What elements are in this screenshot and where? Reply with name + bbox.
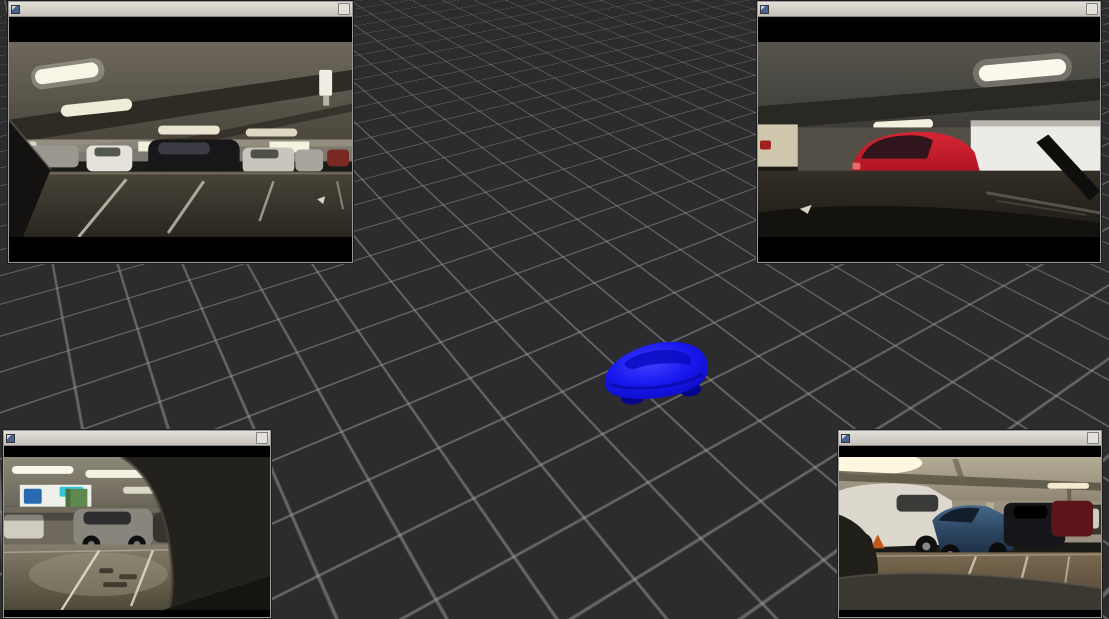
- camera-image-rear-left: [4, 457, 270, 610]
- camera-image-front-right: [758, 42, 1100, 237]
- window-icon: [6, 434, 15, 443]
- window-vid-rear-left: [3, 430, 271, 618]
- video-content: [839, 446, 1101, 617]
- window-vid-front-left: [8, 1, 353, 263]
- camera-image-rear-right: [839, 457, 1101, 610]
- window-icon: [11, 5, 20, 14]
- window-icon: [760, 5, 769, 14]
- titlebar-rear-right[interactable]: [839, 431, 1101, 446]
- window-icon: [841, 434, 850, 443]
- titlebar-rear-left[interactable]: [4, 431, 270, 446]
- close-icon[interactable]: [1086, 3, 1098, 15]
- titlebar-front-left[interactable]: [9, 2, 352, 17]
- video-content: [4, 446, 270, 617]
- close-icon[interactable]: [256, 432, 268, 444]
- close-icon[interactable]: [338, 3, 350, 15]
- window-vid-front-right: [757, 1, 1101, 263]
- close-icon[interactable]: [1087, 432, 1099, 444]
- video-content: [9, 17, 352, 262]
- video-content: [758, 17, 1100, 262]
- window-vid-rear-right: [838, 430, 1102, 618]
- titlebar-front-right[interactable]: [758, 2, 1100, 17]
- camera-image-front-left: [9, 42, 352, 237]
- ego-vehicle-model: [593, 327, 718, 411]
